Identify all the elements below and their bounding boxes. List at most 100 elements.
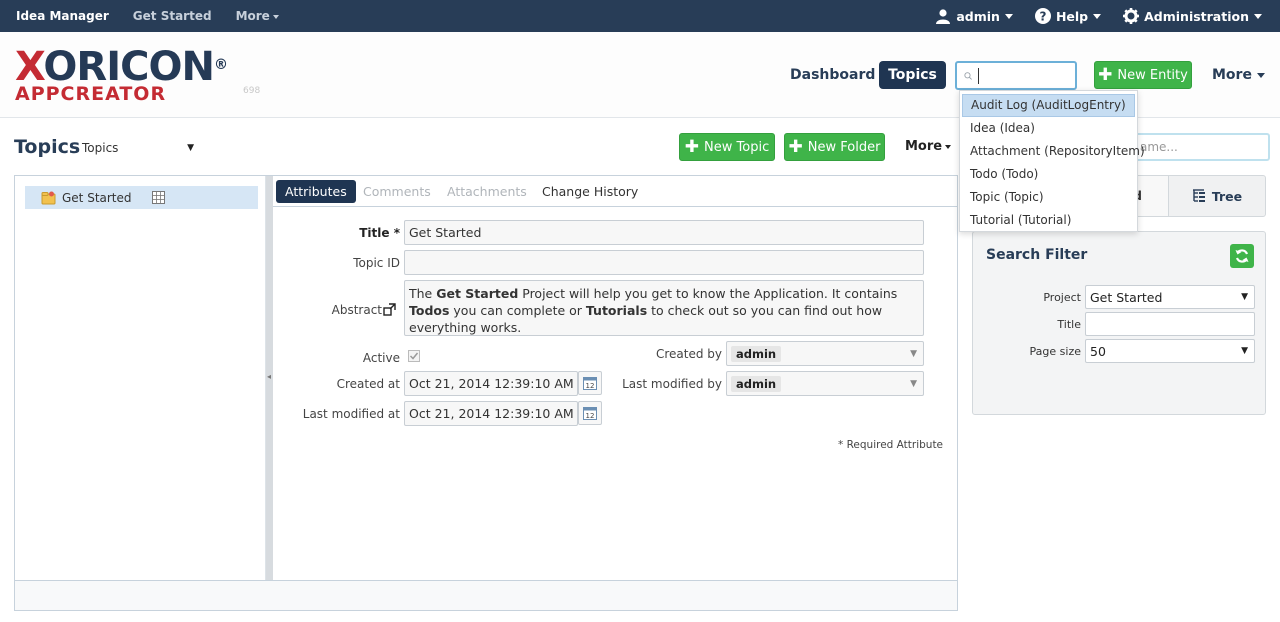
- administration-label: Administration: [1144, 8, 1249, 24]
- help-menu[interactable]: ? Help: [1034, 8, 1102, 24]
- abstract-text-part: The: [409, 286, 437, 301]
- splitter-handle-icon: ◂: [267, 372, 272, 381]
- required-attribute-note: * Required Attribute: [838, 439, 944, 451]
- grid-icon[interactable]: [151, 191, 165, 204]
- suggestion-tutorial[interactable]: Tutorial (Tutorial): [962, 209, 1135, 232]
- new-folder-button[interactable]: ✚ New Folder: [784, 133, 885, 161]
- suggestion-todo[interactable]: Todo (Todo): [962, 163, 1135, 186]
- project-label: Project: [1043, 291, 1081, 304]
- search-filter-title: Search Filter: [986, 247, 1088, 263]
- logo-wordmark: XORICON®: [15, 47, 228, 87]
- suggestion-idea[interactable]: Idea (Idea): [962, 117, 1135, 140]
- top-nav-right: admin ? Help Administration: [913, 0, 1262, 32]
- project-value: Get Started: [1090, 289, 1163, 305]
- last-modified-by-label: Last modified by: [622, 377, 722, 391]
- abstract-text-bold: Tutorials: [585, 303, 648, 318]
- plus-icon: ✚: [1098, 64, 1113, 85]
- refresh-icon: [1235, 249, 1249, 263]
- user-menu[interactable]: admin: [935, 8, 1013, 24]
- suggestion-topic[interactable]: Topic (Topic): [962, 186, 1135, 209]
- topics-button[interactable]: Topics: [879, 61, 946, 89]
- dropdown-arrow-icon: ▼: [910, 378, 917, 389]
- tab-attachments[interactable]: Attachments: [447, 180, 527, 203]
- new-folder-label: New Folder: [807, 139, 881, 155]
- global-search-box[interactable]: [955, 61, 1077, 90]
- dropdown-arrow-icon: ▼: [1241, 292, 1248, 302]
- dropdown-arrow-icon: ▼: [910, 348, 917, 359]
- calendar-icon[interactable]: 12: [578, 371, 602, 395]
- tree-item-get-started[interactable]: Get Started: [25, 186, 258, 209]
- calendar-day: 12: [586, 412, 595, 420]
- panel-splitter[interactable]: ◂: [266, 176, 273, 580]
- chevron-down-icon: [272, 14, 279, 19]
- created-by-label: Created by: [655, 347, 722, 361]
- tab-comments[interactable]: Comments: [363, 180, 431, 203]
- search-suggestions: Audit Log (AuditLogEntry) Idea (Idea) At…: [959, 90, 1145, 232]
- expand-icon[interactable]: [383, 303, 396, 316]
- project-folder-icon: [41, 191, 56, 204]
- gear-icon: [1123, 8, 1140, 24]
- main-panel-footer: [15, 580, 957, 610]
- chevron-down-icon: [1093, 13, 1102, 19]
- administration-menu[interactable]: Administration: [1123, 8, 1262, 24]
- header-more-label: More: [1212, 67, 1252, 83]
- last-modified-by-value: admin: [731, 375, 782, 392]
- app-version: 698: [243, 86, 261, 96]
- new-entity-label: New Entity: [1117, 67, 1188, 83]
- topics-more-menu[interactable]: More: [905, 139, 952, 154]
- xoricon-logo[interactable]: XORICON® APPCREATOR 698: [15, 47, 260, 104]
- topic-id-label: Topic ID: [353, 256, 400, 270]
- logo-registered: ®: [213, 57, 228, 73]
- topic-id-field[interactable]: [404, 250, 924, 275]
- page-title: Topics: [14, 136, 81, 158]
- suggestion-attachment[interactable]: Attachment (RepositoryItem): [962, 140, 1145, 163]
- project-select[interactable]: Get Started ▼: [1085, 285, 1255, 309]
- topics-more-label: More: [905, 139, 943, 154]
- created-at-field[interactable]: Oct 21, 2014 12:39:10 AM: [404, 371, 578, 396]
- abstract-text-part: you can complete or: [449, 303, 586, 318]
- active-label: Active: [362, 351, 400, 365]
- top-more-label: More: [235, 9, 270, 23]
- dashboard-button[interactable]: Dashboard: [780, 61, 885, 89]
- chevron-down-icon: [1256, 72, 1265, 78]
- filter-title-label: Title: [1057, 318, 1081, 331]
- page-size-select[interactable]: 50 ▼: [1085, 339, 1255, 363]
- app-name-link[interactable]: Idea Manager: [0, 9, 121, 23]
- new-topic-button[interactable]: ✚ New Topic: [679, 133, 775, 161]
- last-modified-by-select[interactable]: admin ▼: [726, 371, 924, 396]
- suggestion-audit-log[interactable]: Audit Log (AuditLogEntry): [962, 94, 1135, 117]
- refresh-button[interactable]: [1230, 244, 1254, 268]
- get-started-link[interactable]: Get Started: [121, 9, 224, 23]
- detail-tabs: Attributes Comments Attachments Change H…: [273, 176, 957, 207]
- page-size-value: 50: [1090, 343, 1106, 359]
- global-search-input[interactable]: [985, 68, 1075, 83]
- new-topic-label: New Topic: [704, 139, 770, 155]
- tab-tree[interactable]: Tree: [1169, 176, 1265, 216]
- top-more-menu[interactable]: More: [224, 9, 291, 23]
- topic-tree-panel: Get Started: [15, 176, 266, 580]
- tab-change-history[interactable]: Change History: [542, 180, 638, 203]
- abstract-field[interactable]: The Get Started Project will help you ge…: [404, 280, 924, 336]
- last-modified-at-label: Last modified at: [302, 407, 400, 421]
- last-modified-at-field[interactable]: Oct 21, 2014 12:39:10 AM: [404, 401, 578, 426]
- svg-text:?: ?: [1039, 10, 1046, 24]
- title-field[interactable]: Get Started: [404, 220, 924, 245]
- page-size-label: Page size: [1029, 345, 1081, 358]
- topics-view-value: Topics: [82, 141, 119, 155]
- tree-icon: [1192, 189, 1205, 202]
- created-by-value: admin: [731, 345, 782, 362]
- active-checkbox[interactable]: [408, 350, 420, 362]
- chevron-down-icon: [1254, 13, 1262, 19]
- topics-view-select[interactable]: Topics ▼: [82, 140, 194, 156]
- tree-item-label: Get Started: [62, 190, 132, 205]
- filter-title-input[interactable]: [1085, 312, 1255, 336]
- plus-icon: ✚: [684, 136, 700, 157]
- calendar-icon[interactable]: 12: [578, 401, 602, 425]
- new-entity-button[interactable]: ✚ New Entity: [1094, 61, 1192, 89]
- header-more-menu[interactable]: More: [1212, 61, 1265, 89]
- search-icon: [964, 71, 972, 80]
- created-by-select[interactable]: admin ▼: [726, 341, 924, 366]
- chevron-down-icon: [945, 144, 952, 149]
- tab-attributes[interactable]: Attributes: [276, 180, 356, 203]
- abstract-text: The Get Started Project will help you ge…: [409, 285, 919, 336]
